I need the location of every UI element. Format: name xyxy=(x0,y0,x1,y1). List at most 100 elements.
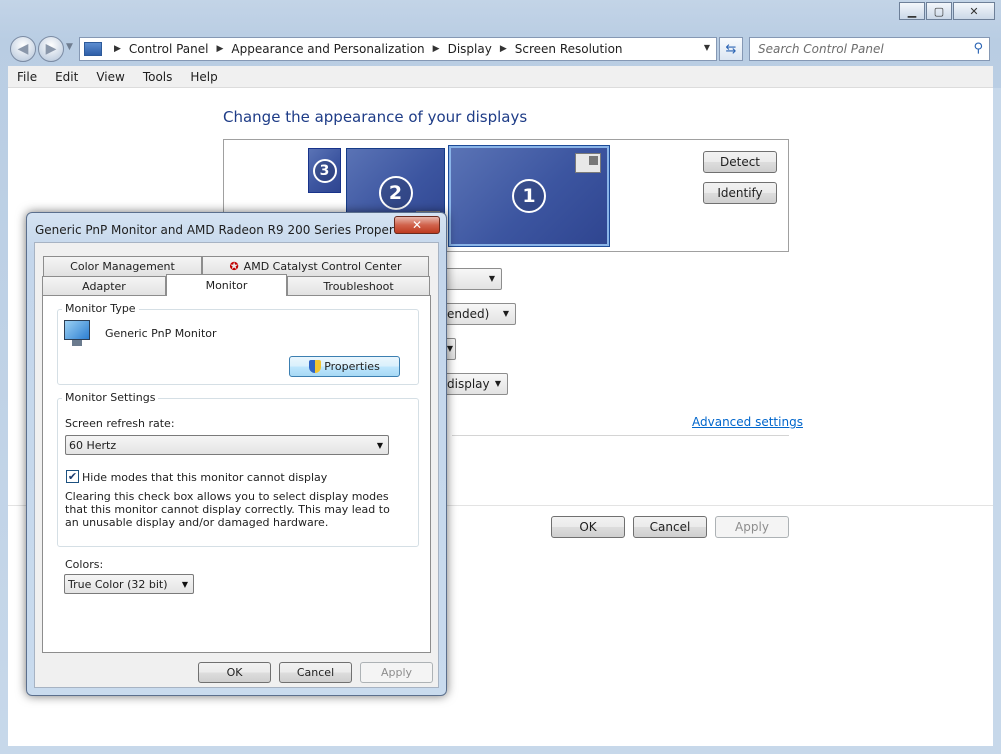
refresh-rate-select[interactable]: 60 Hertz ▼ xyxy=(65,435,389,455)
monitor-icon-stand xyxy=(72,340,82,346)
tab-amd-catalyst-label: AMD Catalyst Control Center xyxy=(243,260,402,273)
maximize-button[interactable]: ▢ xyxy=(926,2,952,20)
address-dropdown-icon[interactable]: ▼ xyxy=(704,43,710,52)
display-select[interactable]: ▼ xyxy=(440,268,502,290)
hide-modes-label[interactable]: Hide modes that this monitor cannot disp… xyxy=(82,471,327,484)
close-button[interactable]: ✕ xyxy=(953,2,995,20)
tab-amd-catalyst[interactable]: ✪ AMD Catalyst Control Center xyxy=(202,256,429,276)
menu-file[interactable]: File xyxy=(8,70,46,84)
orientation-select-value: ended) xyxy=(447,307,490,321)
search-input[interactable]: Search Control Panel ⚲ xyxy=(749,37,990,61)
search-icon[interactable]: ⚲ xyxy=(973,41,983,56)
menu-edit[interactable]: Edit xyxy=(46,70,87,84)
colors-label: Colors: xyxy=(65,558,104,571)
monitor-properties-dialog: Generic PnP Monitor and AMD Radeon R9 20… xyxy=(26,212,447,696)
colors-select[interactable]: True Color (32 bit) ▼ xyxy=(64,574,194,594)
breadcrumb-display[interactable]: Display xyxy=(448,42,492,56)
tab-adapter[interactable]: Adapter xyxy=(42,276,166,296)
window-titlebar: ▁ ▢ ✕ xyxy=(0,0,1001,30)
search-placeholder: Search Control Panel xyxy=(758,42,884,56)
breadcrumb-separator-icon[interactable]: ▶ xyxy=(500,44,507,54)
multiple-displays-select-value: display xyxy=(447,377,490,391)
cancel-button[interactable]: Cancel xyxy=(633,516,707,538)
breadcrumb-control-panel[interactable]: Control Panel xyxy=(129,42,209,56)
minimize-button[interactable]: ▁ xyxy=(899,2,925,20)
apply-button[interactable]: Apply xyxy=(715,516,789,538)
monitor-1-number: 1 xyxy=(512,179,546,213)
hide-modes-checkbox[interactable]: ✔ xyxy=(66,470,79,483)
chevron-down-icon: ▼ xyxy=(181,580,188,589)
chevron-down-icon: ▼ xyxy=(66,42,73,52)
chevron-down-icon: ▼ xyxy=(502,309,509,318)
hide-modes-description: Clearing this check box allows you to se… xyxy=(65,490,390,529)
refresh-rate-label: Screen refresh rate: xyxy=(65,417,175,430)
window-caption-buttons: ▁ ▢ ✕ xyxy=(899,2,995,20)
breadcrumb-separator-icon[interactable]: ▶ xyxy=(114,44,121,54)
monitor-settings-group-label: Monitor Settings xyxy=(62,391,159,404)
dialog-apply-button[interactable]: Apply xyxy=(360,662,433,683)
tab-monitor-label: Monitor xyxy=(205,279,248,292)
menu-tools[interactable]: Tools xyxy=(134,70,182,84)
address-bar[interactable]: ▶ Control Panel ▶ Appearance and Persona… xyxy=(79,37,717,61)
chevron-down-icon: ▼ xyxy=(488,274,495,283)
forward-arrow-icon: ▶ xyxy=(45,41,57,57)
dialog-close-button[interactable]: ✕ xyxy=(394,216,440,234)
menu-view[interactable]: View xyxy=(87,70,133,84)
monitor-icon-screen xyxy=(64,320,90,340)
navigation-bar: ◀ ▶ ▼ ▶ Control Panel ▶ Appearance and P… xyxy=(0,34,1001,62)
monitor-tab-panel: Monitor Type Generic PnP Monitor Propert… xyxy=(42,295,431,653)
ok-button[interactable]: OK xyxy=(551,516,625,538)
uac-shield-icon xyxy=(309,360,322,373)
monitor-name: Generic PnP Monitor xyxy=(105,327,217,340)
monitor-1-tile[interactable]: 1 xyxy=(449,146,609,246)
advanced-settings-link[interactable]: Advanced settings xyxy=(692,415,803,429)
monitor-properties-button[interactable]: Properties xyxy=(289,356,400,377)
monitor-3-tile[interactable]: 3 xyxy=(308,148,341,193)
menu-bar: File Edit View Tools Help xyxy=(8,66,993,88)
menu-help[interactable]: Help xyxy=(181,70,226,84)
chevron-down-icon: ▼ xyxy=(494,379,501,388)
control-panel-icon xyxy=(84,42,102,56)
chevron-down-icon: ▼ xyxy=(446,344,453,353)
tab-color-management[interactable]: Color Management xyxy=(43,256,202,276)
tab-troubleshoot-label: Troubleshoot xyxy=(323,280,394,293)
settings-divider xyxy=(452,435,789,436)
breadcrumb-separator-icon[interactable]: ▶ xyxy=(217,44,224,54)
refresh-rate-value: 60 Hertz xyxy=(69,438,117,452)
page-title: Change the appearance of your displays xyxy=(223,108,528,126)
colors-value: True Color (32 bit) xyxy=(68,577,168,591)
monitor-3-number: 3 xyxy=(312,158,337,183)
checkmark-icon: ✔ xyxy=(67,470,78,483)
tab-monitor[interactable]: Monitor xyxy=(166,274,287,296)
tab-color-management-label: Color Management xyxy=(70,260,175,273)
dialog-ok-button[interactable]: OK xyxy=(198,662,271,683)
monitor-settings-group: Monitor Settings Screen refresh rate: 60… xyxy=(57,391,419,547)
back-button[interactable]: ◀ xyxy=(10,36,36,62)
dialog-cancel-button[interactable]: Cancel xyxy=(279,662,352,683)
refresh-button[interactable]: ⇆ xyxy=(719,37,743,61)
tab-adapter-label: Adapter xyxy=(82,280,126,293)
dialog-body: Color Management ✪ AMD Catalyst Control … xyxy=(34,242,439,688)
monitor-properties-label: Properties xyxy=(324,360,380,373)
orientation-select[interactable]: ended) ▼ xyxy=(440,303,516,325)
monitor-type-group-label: Monitor Type xyxy=(62,302,139,315)
multiple-displays-select[interactable]: display ▼ xyxy=(440,373,508,395)
breadcrumb-separator-icon[interactable]: ▶ xyxy=(433,44,440,54)
breadcrumb-screen-resolution[interactable]: Screen Resolution xyxy=(515,42,623,56)
identify-button[interactable]: Identify xyxy=(703,182,777,204)
back-arrow-icon: ◀ xyxy=(17,41,29,57)
monitor-icon xyxy=(64,320,92,348)
refresh-icon: ⇆ xyxy=(725,41,737,57)
amd-catalyst-icon: ✪ xyxy=(229,260,239,273)
window-right-edge xyxy=(993,88,1001,746)
dialog-title: Generic PnP Monitor and AMD Radeon R9 20… xyxy=(35,223,416,237)
monitor-type-group: Monitor Type Generic PnP Monitor Propert… xyxy=(57,302,419,385)
chevron-down-icon: ▼ xyxy=(376,441,383,450)
detect-button[interactable]: Detect xyxy=(703,151,777,173)
main-display-icon xyxy=(575,153,601,173)
forward-button[interactable]: ▶ xyxy=(38,36,64,62)
monitor-2-number: 2 xyxy=(378,176,413,210)
breadcrumb-appearance[interactable]: Appearance and Personalization xyxy=(231,42,424,56)
tab-troubleshoot[interactable]: Troubleshoot xyxy=(287,276,430,296)
recent-pages-dropdown[interactable]: ▼ xyxy=(66,42,73,52)
